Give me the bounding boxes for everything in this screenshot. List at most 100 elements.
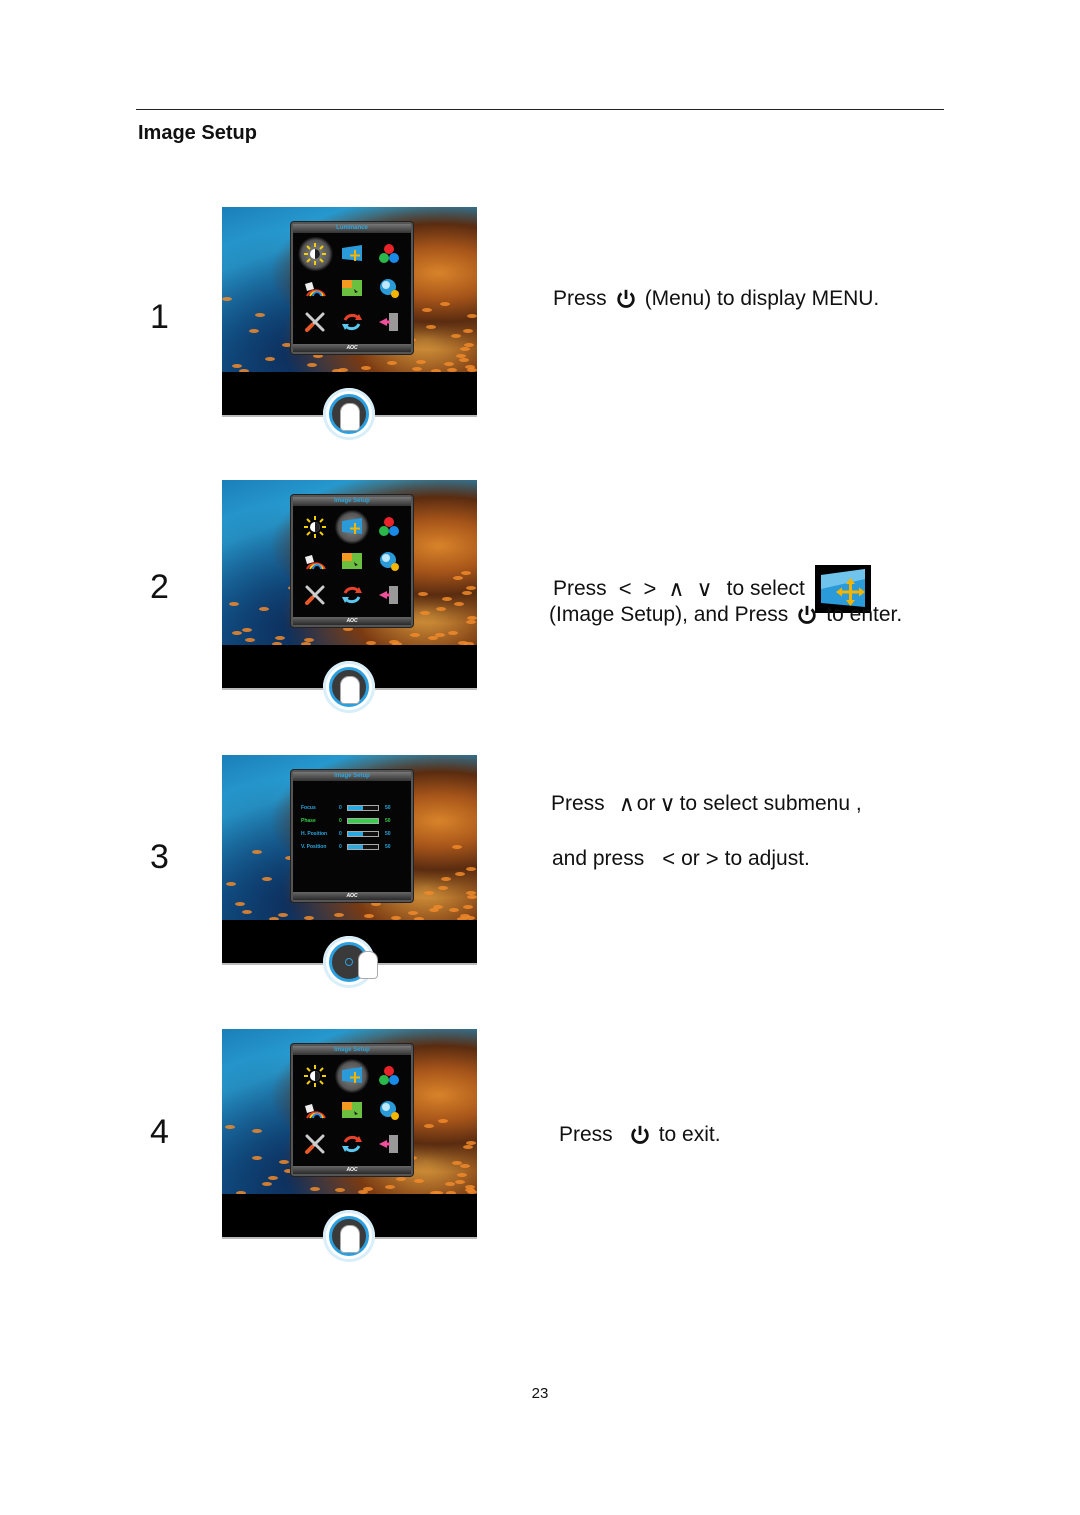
refresh-icon[interactable]: [334, 1127, 371, 1161]
up-arrow-icon: ∧: [618, 791, 635, 816]
fish-decoration: [414, 1179, 425, 1184]
instruction-text: Press: [559, 1123, 613, 1146]
submenu-slider[interactable]: [347, 804, 379, 811]
extra-icon[interactable]: [370, 1093, 407, 1127]
fish-decoration: [466, 616, 477, 621]
submenu-row[interactable]: V. Position 0 50: [301, 840, 405, 853]
fish-decoration: [451, 845, 462, 850]
osd-setup-icon[interactable]: [334, 271, 371, 305]
factory-reset-icon[interactable]: [297, 1127, 334, 1161]
image-setup-icon[interactable]: [333, 510, 371, 544]
submenu-row[interactable]: Focus 0 50: [301, 801, 405, 814]
step-4-instruction: Press to exit.: [559, 1123, 721, 1147]
osd-menu: Image Setup AOC: [291, 1044, 413, 1176]
exit-icon[interactable]: [370, 305, 407, 339]
submenu-slider[interactable]: [347, 843, 379, 850]
submenu-slider[interactable]: [347, 830, 379, 837]
fish-decoration: [360, 366, 371, 371]
fish-decoration: [251, 1156, 262, 1161]
exit-icon[interactable]: [370, 1127, 407, 1161]
fish-decoration: [303, 637, 314, 642]
fish-decoration: [335, 1188, 346, 1193]
picture-boost-icon[interactable]: [297, 271, 334, 305]
exit-icon[interactable]: [370, 578, 407, 612]
fish-decoration: [228, 602, 239, 606]
submenu-row[interactable]: Phase 0 50: [301, 814, 405, 827]
extra-icon[interactable]: [370, 271, 407, 305]
fish-decoration: [437, 886, 448, 891]
osd-setup-icon[interactable]: [334, 544, 371, 578]
fish-decoration: [466, 895, 477, 900]
right-arrow-icon: >: [705, 846, 719, 871]
fish-decoration: [433, 905, 444, 910]
monitor-screenshot: Image Setup AOC: [222, 1029, 477, 1262]
osd-setup-icon[interactable]: [334, 1093, 371, 1127]
fish-decoration: [459, 1164, 470, 1169]
fish-decoration: [371, 902, 382, 907]
osd-title: Image Setup: [293, 1046, 411, 1055]
slider-fill: [348, 831, 363, 836]
color-setup-icon[interactable]: [370, 1059, 407, 1093]
power-icon: [798, 605, 816, 624]
finger-icon: [340, 403, 360, 431]
fish-decoration: [242, 910, 253, 915]
instruction-text: and press: [552, 847, 645, 870]
step-number: 3: [150, 838, 169, 876]
luminance-icon[interactable]: [297, 237, 334, 271]
instruction-text: Press: [551, 792, 605, 815]
fish-decoration: [396, 1176, 407, 1181]
fish-decoration: [443, 362, 454, 367]
fish-decoration: [454, 871, 465, 876]
picture-boost-icon[interactable]: [297, 1093, 334, 1127]
fish-decoration: [265, 357, 276, 362]
fish-decoration: [245, 637, 256, 642]
picture-boost-icon[interactable]: [297, 544, 334, 578]
slider-fill: [348, 805, 363, 810]
image-setup-icon[interactable]: [333, 1059, 371, 1093]
down-arrow-icon: ∨: [659, 791, 676, 816]
color-setup-icon[interactable]: [370, 237, 407, 271]
fish-decoration: [268, 1176, 279, 1181]
osd-icon-grid: [293, 506, 411, 612]
luminance-icon[interactable]: [297, 1059, 334, 1093]
submenu-label: Focus: [301, 804, 316, 811]
fish-decoration: [452, 575, 463, 580]
fish-decoration: [334, 912, 345, 917]
instruction-text: to select: [726, 577, 805, 600]
image-setup-icon[interactable]: [334, 237, 371, 271]
fish-decoration: [425, 324, 436, 329]
fish-decoration: [423, 1123, 434, 1128]
finger-icon: [340, 676, 360, 704]
fish-decoration: [422, 307, 433, 312]
fish-decoration: [442, 597, 453, 602]
submenu-min: 0: [339, 804, 342, 811]
finger-icon: [358, 951, 378, 979]
factory-reset-icon[interactable]: [297, 305, 334, 339]
fish-decoration: [441, 877, 452, 882]
page-number: 23: [531, 1385, 549, 1402]
fish-decoration: [255, 312, 266, 317]
submenu-min: 0: [339, 843, 342, 850]
submenu-label: H. Position: [301, 830, 328, 837]
submenu-max: 50: [385, 843, 391, 850]
fish-decoration: [235, 902, 246, 907]
step-number: 4: [150, 1113, 169, 1151]
fish-decoration: [262, 1182, 273, 1187]
osd-brand: AOC: [293, 892, 411, 900]
refresh-icon[interactable]: [334, 578, 371, 612]
color-setup-icon[interactable]: [370, 510, 407, 544]
factory-reset-icon[interactable]: [297, 578, 334, 612]
submenu-row[interactable]: H. Position 0 50: [301, 827, 405, 840]
instruction-text: Press: [553, 577, 607, 600]
instruction-text: Press: [553, 287, 607, 310]
fish-decoration: [438, 1119, 449, 1124]
right-arrow-icon: >: [643, 576, 657, 601]
fish-decoration: [464, 1184, 475, 1189]
extra-icon[interactable]: [370, 544, 407, 578]
step-2-instruction-line-2: (Image Setup), and Press to enter.: [549, 603, 902, 627]
submenu-slider[interactable]: [347, 817, 379, 824]
fish-decoration: [343, 626, 354, 631]
monitor-screenshot: Image Setup Focus 0 50 Phase 0 50 H. Positio…: [222, 755, 477, 988]
luminance-icon[interactable]: [297, 510, 334, 544]
refresh-icon[interactable]: [334, 305, 371, 339]
